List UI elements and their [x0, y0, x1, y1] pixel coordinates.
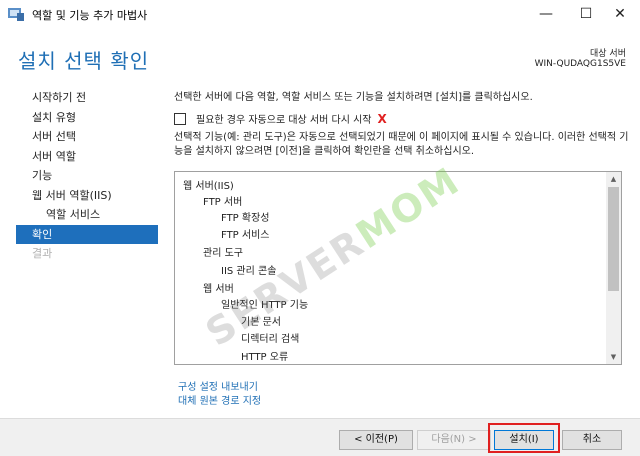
- nav-item-results: 결과: [32, 247, 53, 260]
- scroll-up-arrow-icon[interactable]: ▲: [606, 172, 621, 186]
- scroll-down-arrow-icon[interactable]: ▼: [606, 350, 621, 364]
- wizard-header: 설치 선택 확인 대상 서버 WIN-QUDAQG1S5VE: [0, 28, 640, 78]
- title-bar: 역할 및 기능 추가 마법사 — ☐ ✕: [0, 0, 640, 28]
- previous-button[interactable]: < 이전(P): [339, 430, 413, 450]
- feature-list[interactable]: 웹 서버(IIS) FTP 서버 FTP 확장성 FTP 서비스 관리 도구 I…: [174, 171, 622, 365]
- next-button: 다음(N) >: [417, 430, 491, 450]
- list-item: 기본 문서: [241, 317, 281, 328]
- feature-list-content: 웹 서버(IIS) FTP 서버 FTP 확장성 FTP 서비스 관리 도구 I…: [175, 172, 606, 364]
- list-item: 일반적인 HTTP 기능: [221, 300, 309, 311]
- optional-features-note: 선택적 기능(예: 관리 도구)은 자동으로 선택되었기 때문에 이 페이지에 …: [174, 132, 629, 157]
- nav-item-installation-type[interactable]: 설치 유형: [16, 108, 158, 128]
- intro-text: 선택한 서버에 다음 역할, 역할 서비스 또는 기능을 설치하려면 [설치]를…: [174, 92, 533, 103]
- nav-item-confirmation[interactable]: 확인: [16, 224, 158, 244]
- minimize-button[interactable]: —: [526, 0, 566, 28]
- feature-list-scrollbar[interactable]: ▲ ▼: [606, 172, 621, 364]
- nav-item-server-roles[interactable]: 서버 역할: [16, 147, 158, 167]
- list-item: 웹 서버(IIS): [183, 181, 234, 192]
- list-item: 디렉터리 검색: [241, 334, 300, 345]
- maximize-icon: ☐: [579, 6, 593, 22]
- export-config-link[interactable]: 구성 설정 내보내기: [178, 378, 258, 393]
- list-item: HTTP 오류: [241, 352, 289, 363]
- list-item: IIS 관리 콘솔: [221, 266, 277, 277]
- list-item: FTP 서비스: [221, 230, 270, 241]
- destination-server-label: 대상 서버: [590, 49, 626, 59]
- close-icon: ✕: [614, 6, 626, 22]
- cancel-button[interactable]: 취소: [562, 430, 622, 450]
- annotation-x-mark: X: [377, 111, 387, 126]
- restart-checkbox[interactable]: [174, 112, 186, 125]
- minimize-icon: —: [539, 6, 553, 22]
- list-item: 웹 서버: [203, 284, 234, 295]
- list-item: 관리 도구: [203, 248, 243, 259]
- list-item: FTP 서버: [203, 197, 243, 208]
- destination-server-name: WIN-QUDAQG1S5VE: [534, 59, 626, 69]
- nav-item-server-selection[interactable]: 서버 선택: [16, 127, 158, 147]
- nav-item-before-you-begin[interactable]: 시작하기 전: [16, 88, 158, 108]
- window-title: 역할 및 기능 추가 마법사: [32, 9, 148, 22]
- nav-item-web-server-role[interactable]: 웹 서버 역할(IIS): [16, 186, 158, 206]
- restart-label[interactable]: 필요한 경우 자동으로 대상 서버 다시 시작: [196, 111, 371, 126]
- close-button[interactable]: ✕: [600, 0, 640, 28]
- page-title: 설치 선택 확인: [18, 49, 150, 73]
- scroll-thumb[interactable]: [608, 187, 619, 291]
- server-manager-icon: [8, 8, 24, 21]
- nav-item-role-services[interactable]: 역할 서비스: [16, 205, 158, 225]
- alternate-source-link[interactable]: 대체 원본 경로 지정: [178, 392, 261, 407]
- nav-item-features[interactable]: 기능: [16, 166, 158, 186]
- wizard-nav: 시작하기 전 설치 유형 서버 선택 서버 역할 기능 웹 서버 역할(IIS)…: [16, 88, 158, 264]
- install-highlight-annotation: [488, 423, 560, 453]
- restart-option[interactable]: 필요한 경우 자동으로 대상 서버 다시 시작 X: [174, 111, 387, 126]
- list-item: FTP 확장성: [221, 213, 270, 224]
